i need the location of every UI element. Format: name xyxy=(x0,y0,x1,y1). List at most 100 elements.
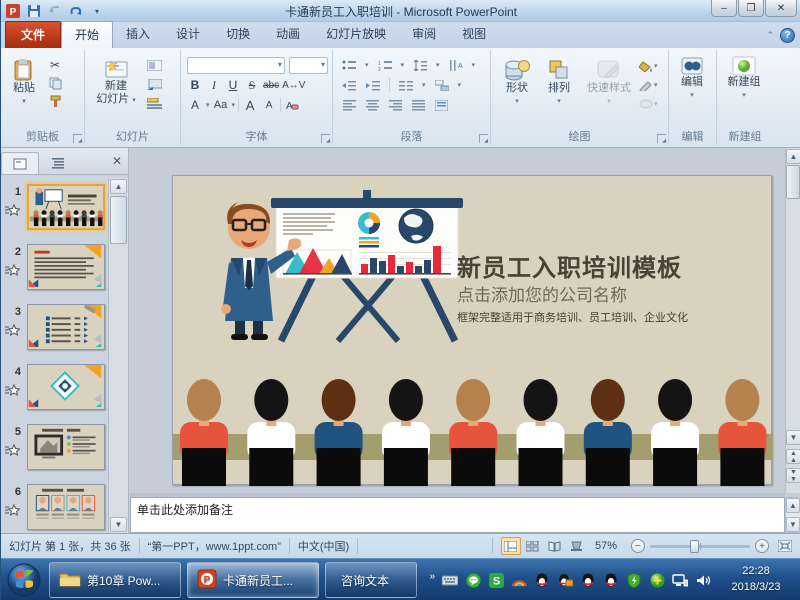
slide-canvas[interactable]: 新员工入职培训模板 点击添加您的公司名称 框架完整适用于商务培训、员工培训、企业… xyxy=(172,175,772,485)
abc-strike-icon[interactable]: abc xyxy=(263,77,279,93)
slide-title-text[interactable]: 新员工入职培训模板 xyxy=(457,248,682,283)
shape-fill-icon[interactable]: ▾ xyxy=(639,58,658,74)
shapes-button[interactable]: 形状 ▾ xyxy=(497,54,537,112)
strikethrough-button[interactable]: S xyxy=(244,77,260,93)
taskbar-button-2[interactable]: P卡通新员工... xyxy=(187,562,319,598)
clear-formatting-icon[interactable]: A xyxy=(284,97,300,113)
minimize-button[interactable]: – xyxy=(711,0,737,17)
convert-smartart-icon[interactable] xyxy=(434,77,450,93)
language-indicator[interactable]: 中文(中国) xyxy=(298,538,349,554)
align-center-icon[interactable] xyxy=(364,97,380,113)
notes-scroll-up-icon[interactable]: ▲ xyxy=(786,498,800,513)
slide-thumbnail-3[interactable]: 3 xyxy=(1,302,107,354)
editing-button[interactable]: 编辑 ▾ xyxy=(669,50,715,102)
align-right-icon[interactable] xyxy=(387,97,403,113)
numbering-icon[interactable]: 12 xyxy=(377,57,393,73)
zoom-track[interactable] xyxy=(650,545,750,548)
notes-scrollbar[interactable]: ▲ ▼ xyxy=(785,497,800,533)
animation-star-icon[interactable] xyxy=(4,324,20,339)
animation-star-icon[interactable] xyxy=(4,384,20,399)
shield-tray-icon[interactable] xyxy=(626,572,642,588)
align-left-icon[interactable] xyxy=(341,97,357,113)
panel-scrollbar[interactable]: ▲ ▼ xyxy=(108,178,128,533)
previous-slide-icon[interactable]: ▲▲ xyxy=(786,449,800,464)
new-group-button[interactable]: 新建组 ▾ xyxy=(717,50,771,102)
qq-bag-tray-icon[interactable] xyxy=(557,572,573,588)
line-spacing-icon[interactable] xyxy=(412,57,428,73)
align-text-icon[interactable] xyxy=(433,97,449,113)
panel-close-icon[interactable]: ✕ xyxy=(112,154,122,168)
quick-styles-button[interactable]: 快速样式 ▾ xyxy=(581,54,637,112)
notes-scroll-down-icon[interactable]: ▼ xyxy=(786,517,800,532)
panel-scroll-thumb[interactable] xyxy=(110,196,127,244)
bullets-icon[interactable] xyxy=(341,57,357,73)
increase-indent-icon[interactable] xyxy=(365,77,381,93)
slide-thumbnail-image[interactable] xyxy=(27,484,105,530)
text-shadow-icon[interactable]: A xyxy=(187,97,203,113)
arrange-button[interactable]: 排列 ▾ xyxy=(539,54,579,112)
justify-icon[interactable] xyxy=(410,97,426,113)
ribbon-tab-幻灯片放映[interactable]: 幻灯片放映 xyxy=(313,21,399,48)
slide-thumbnail-4[interactable]: 4 xyxy=(1,362,107,414)
panel-scroll-down-icon[interactable]: ▼ xyxy=(110,517,127,532)
text-direction-icon[interactable]: A xyxy=(448,57,464,73)
grow-font-icon[interactable]: A xyxy=(242,97,258,113)
volume-tray-icon[interactable] xyxy=(695,572,711,588)
slide-thumbnail-image[interactable] xyxy=(27,304,105,350)
slide-thumbnail-2[interactable]: 2 xyxy=(1,242,107,294)
slide-subtitle-text[interactable]: 点击添加您的公司名称 xyxy=(457,281,627,306)
reset-slide-icon[interactable] xyxy=(146,76,162,92)
character-spacing-icon[interactable]: A↔V xyxy=(282,77,305,93)
columns-icon[interactable] xyxy=(398,77,414,93)
taskbar-button-1[interactable]: 第10章 Pow... xyxy=(49,562,181,598)
slide-thumbnail-6[interactable]: 6 xyxy=(1,482,107,533)
ribbon-tab-插入[interactable]: 插入 xyxy=(113,21,163,48)
paragraph-dialog-launcher[interactable] xyxy=(479,134,488,143)
animation-star-icon[interactable] xyxy=(4,444,20,459)
wechat-tray-icon[interactable] xyxy=(465,572,481,588)
clipboard-dialog-launcher[interactable] xyxy=(73,134,82,143)
ribbon-tab-开始[interactable]: 开始 xyxy=(61,21,113,48)
ribbon-tab-切换[interactable]: 切换 xyxy=(213,21,263,48)
ribbon-tab-动画[interactable]: 动画 xyxy=(263,21,313,48)
scroll-down-icon[interactable]: ▼ xyxy=(786,430,800,445)
keyboard-tray-icon[interactable] xyxy=(442,572,458,588)
slideshow-view-icon[interactable] xyxy=(567,537,587,555)
slide-thumbnail-5[interactable]: 5 xyxy=(1,422,107,474)
network-tray-icon[interactable] xyxy=(672,572,688,588)
fit-to-window-icon[interactable] xyxy=(775,537,795,555)
decrease-indent-icon[interactable] xyxy=(341,77,357,93)
drawing-dialog-launcher[interactable] xyxy=(657,134,666,143)
slide-thumbnail-image[interactable] xyxy=(27,184,105,230)
ribbon-tab-视图[interactable]: 视图 xyxy=(449,21,499,48)
collapse-ribbon-icon[interactable]: ⌃ xyxy=(766,30,774,41)
layout-icon[interactable] xyxy=(146,57,162,73)
taskbar-button-3[interactable]: 咨询文本 xyxy=(325,562,417,598)
panel-scroll-up-icon[interactable]: ▲ xyxy=(110,179,127,194)
section-icon[interactable] xyxy=(146,95,162,111)
italic-button[interactable]: I xyxy=(206,77,222,93)
ribbon-tab-设计[interactable]: 设计 xyxy=(163,21,213,48)
scroll-thumb[interactable] xyxy=(786,165,800,199)
help-icon[interactable]: ? xyxy=(780,28,795,43)
slide-sorter-view-icon[interactable] xyxy=(523,537,543,555)
font-name-combo[interactable] xyxy=(187,57,285,74)
zoom-in-icon[interactable]: + xyxy=(755,539,769,553)
animation-star-icon[interactable] xyxy=(4,504,20,519)
qq-tray-icon[interactable] xyxy=(603,572,619,588)
cut-icon[interactable]: ✂ xyxy=(47,57,63,73)
change-case-icon[interactable]: Aa xyxy=(213,97,229,113)
main-scrollbar[interactable]: ▲ ▼ ▲▲ ▼▼ xyxy=(785,148,800,493)
sogou-tray-icon[interactable]: S xyxy=(488,572,504,588)
shape-effects-icon[interactable]: ▾ xyxy=(639,96,658,112)
rainbow-tray-icon[interactable] xyxy=(511,572,527,588)
new-slide-button[interactable]: 新建 幻灯片 ▾ xyxy=(91,54,141,111)
slide-thumbnail-image[interactable] xyxy=(27,424,105,470)
animation-star-icon[interactable] xyxy=(4,204,20,219)
paste-button[interactable]: 粘贴 ▾ xyxy=(5,54,43,109)
normal-view-icon[interactable] xyxy=(501,537,521,555)
close-button[interactable]: ✕ xyxy=(765,0,797,17)
tray-chevron-icon[interactable]: » xyxy=(429,571,435,582)
slide-thumbnail-1[interactable]: 1 xyxy=(1,182,107,234)
clock[interactable]: 22:28 2018/3/23 xyxy=(717,563,795,595)
